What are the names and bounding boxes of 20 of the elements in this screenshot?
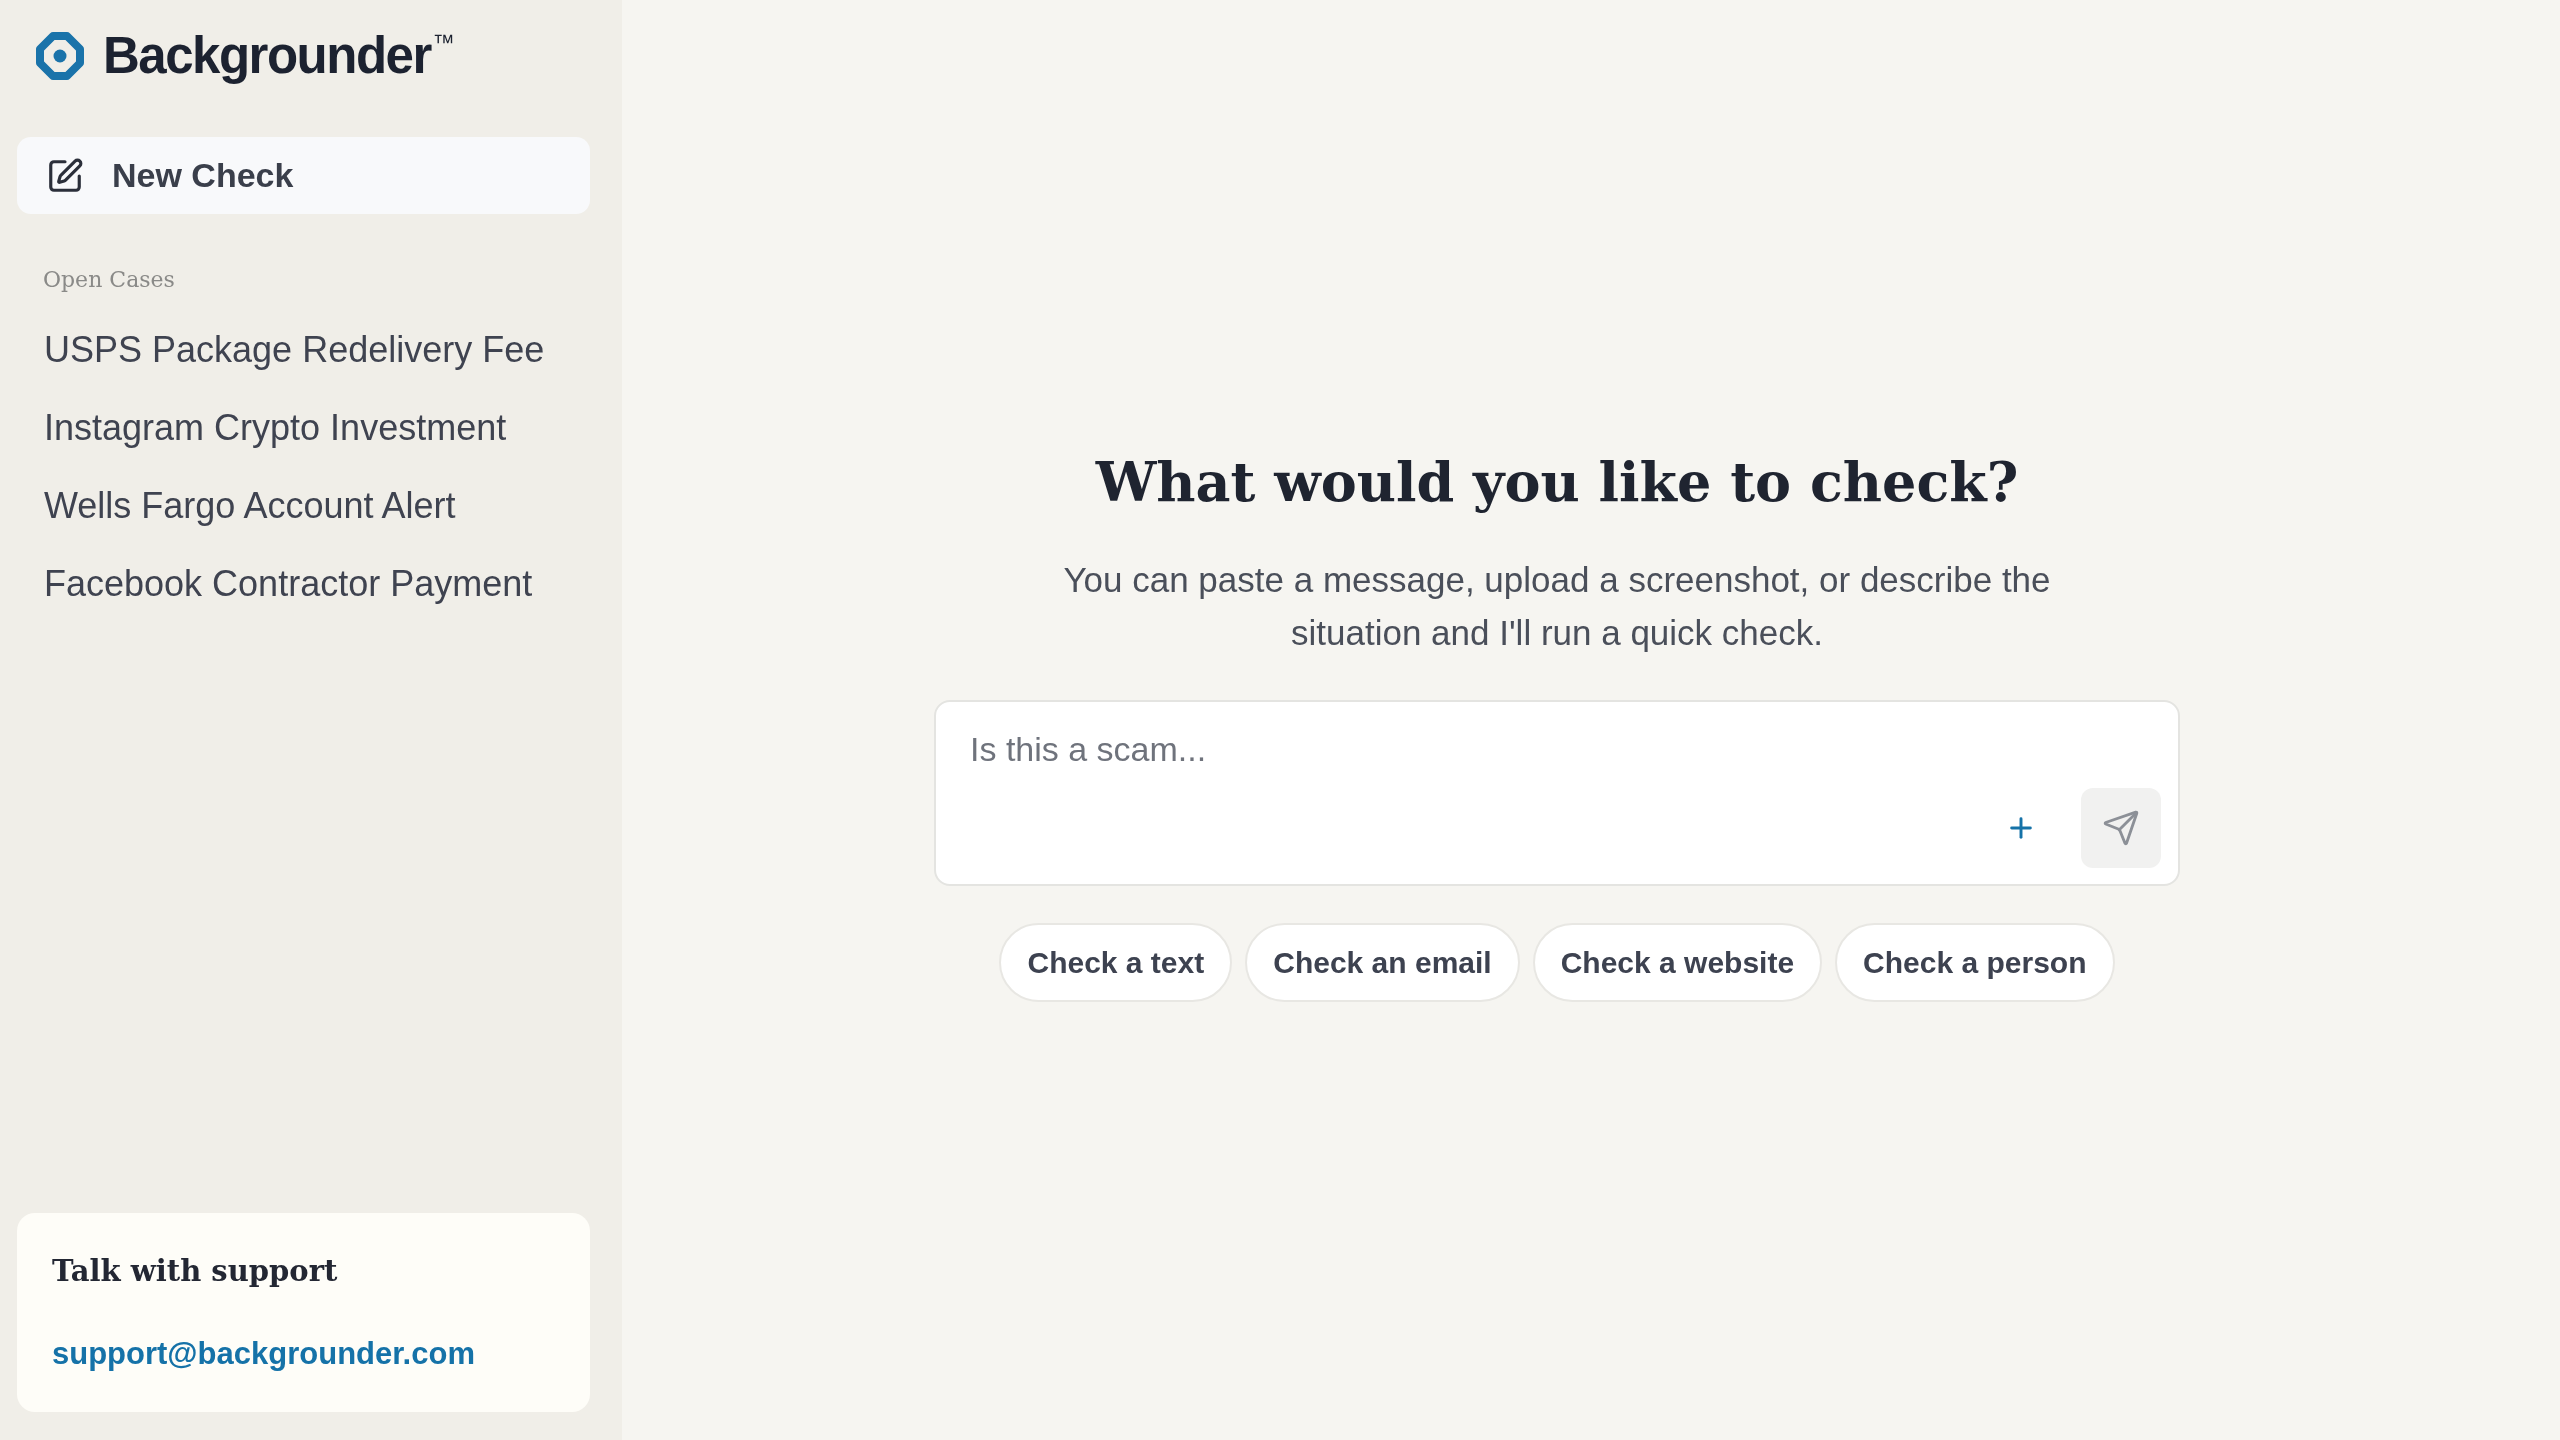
message-input[interactable]: Is this a scam...: [970, 727, 2144, 771]
logo-icon: [35, 31, 85, 81]
send-icon: [2102, 809, 2140, 847]
case-item[interactable]: Facebook Contractor Payment: [34, 560, 543, 608]
page-heading: What would you like to check?: [1095, 449, 2019, 516]
logo-text: Backgrounder: [103, 27, 431, 85]
trademark-symbol: ™: [432, 31, 455, 55]
support-email-link[interactable]: support@backgrounder.com: [52, 1336, 475, 1372]
page-subtitle: You can paste a message, upload a screenshot, or describe the situation and I'll run a quick check.: [1062, 559, 2052, 654]
case-item[interactable]: USPS Package Redelivery Fee: [34, 326, 555, 374]
suggestion-button[interactable]: Check a person: [1835, 923, 2115, 1002]
suggestion-button[interactable]: Check an email: [1245, 923, 1520, 1002]
suggestion-button[interactable]: Check a website: [1532, 923, 1823, 1002]
suggestion-button[interactable]: Check a text: [999, 923, 1233, 1002]
case-item[interactable]: Instagram Crypto Investment: [34, 404, 517, 452]
support-title: Talk with support: [52, 1253, 338, 1290]
case-item[interactable]: Wells Fargo Account Alert: [34, 482, 466, 530]
new-check-button[interactable]: New Check: [17, 137, 590, 214]
edit-icon: [46, 156, 84, 195]
section-heading: Open Cases: [43, 266, 175, 294]
